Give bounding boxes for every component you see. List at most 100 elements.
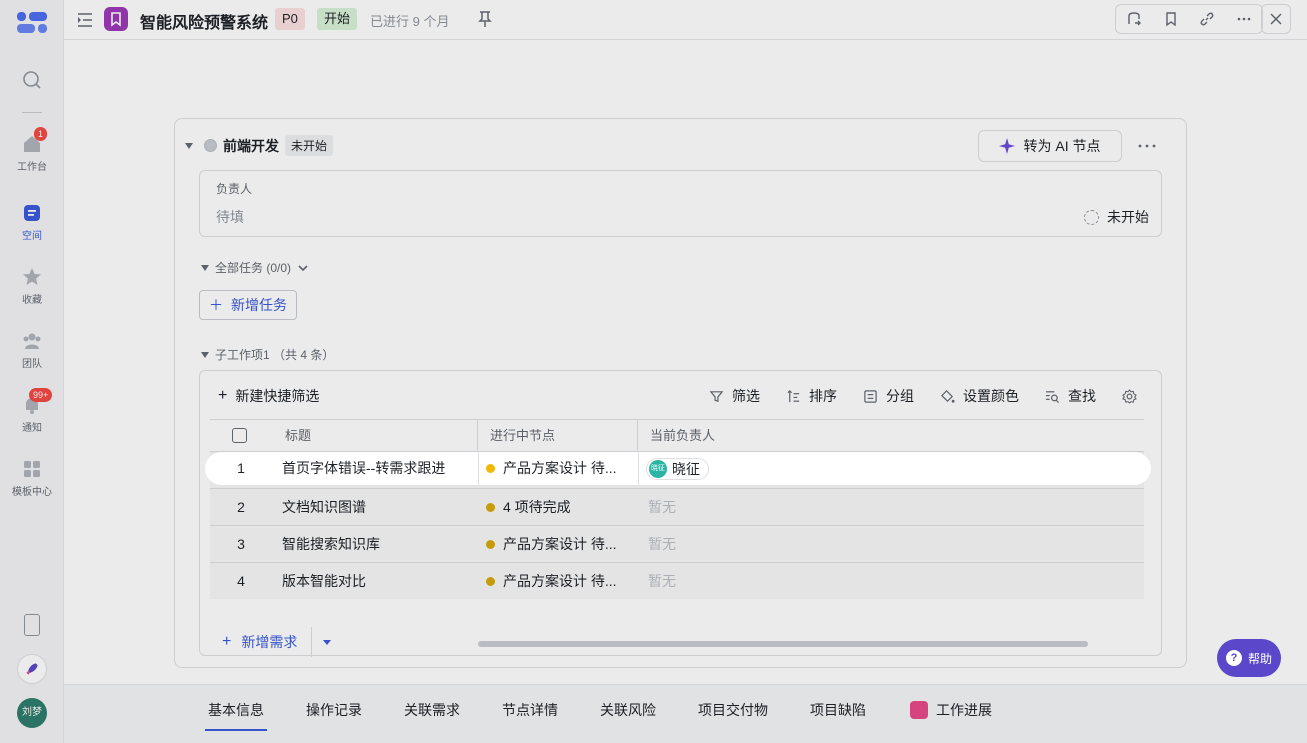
group-button[interactable]: 分组 [863,386,914,406]
node-status-badge: 未开始 [285,135,334,156]
convert-ai-node-button[interactable]: 转为 AI 节点 [978,130,1122,162]
top-header: 智能风险预警系统 P0 开始 已进行 9 个月 [64,0,1307,40]
tab-related-requirements[interactable]: 关联需求 [404,700,460,720]
app-logo-icon[interactable] [17,12,47,34]
notification-badge: 1 [34,127,48,141]
tab-deliverables[interactable]: 项目交付物 [698,700,768,720]
tab-related-risks[interactable]: 关联风险 [600,700,656,720]
row-node-label: 产品方案设计 待... [503,460,617,476]
row-node[interactable]: 产品方案设计 待... [486,563,636,600]
row-owner[interactable]: 暂无 [648,489,1138,526]
row-node[interactable]: 4 项待完成 [486,489,636,526]
column-header-owner[interactable]: 当前负责人 [650,420,715,451]
rail-item-space[interactable]: 空间 [0,203,64,242]
share-icon[interactable] [1116,5,1153,33]
user-avatar[interactable]: 刘梦 [17,698,47,728]
progress-icon [910,701,928,719]
tab-work-progress[interactable]: 工作进展 [910,700,992,720]
subitems-section-header[interactable]: 子工作项1 （共 4 条） [201,346,334,363]
link-icon[interactable] [1189,5,1226,33]
rail-item-label: 收藏 [22,295,42,306]
table-row[interactable]: 2 文档知识图谱 4 项待完成 暂无 [210,488,1144,525]
collapse-caret-icon [201,351,209,358]
notification-badge: 99+ [29,388,53,402]
column-header-title[interactable]: 标题 [285,420,311,451]
collapse-caret-icon [201,264,209,271]
sort-button[interactable]: 排序 [786,386,837,406]
close-button[interactable] [1261,4,1291,34]
elapsed-time: 已进行 9 个月 [370,14,450,29]
status-dot [486,540,495,549]
new-quick-filter-button[interactable]: + 新建快捷筛选 [218,386,319,406]
collapse-caret-icon[interactable] [185,142,193,149]
rail-item-workbench[interactable]: 工作台 1 [0,127,64,173]
row-title[interactable]: 首页字体错误--转需求跟进 [282,452,472,485]
rocket-icon[interactable] [17,654,47,684]
status-dot [486,464,495,473]
filter-label: 筛选 [732,388,760,404]
owner-field[interactable]: 负责人 待填 未开始 [199,170,1162,237]
pending-status-icon [1084,209,1099,225]
dropdown-caret-icon[interactable] [322,637,332,647]
rail-item-label: 工作台 [17,162,47,173]
sort-icon [787,389,800,402]
node-more-icon[interactable] [1135,139,1159,153]
tab-node-details[interactable]: 节点详情 [502,700,558,720]
rail-item-templates[interactable]: 模板中心 [0,459,64,498]
mobile-icon[interactable] [24,614,40,636]
rail-item-notifications[interactable]: 通知 99+ [0,388,64,434]
bookmark-icon[interactable] [1153,5,1190,33]
search-icon[interactable] [22,70,42,90]
help-button[interactable]: ? 帮助 [1217,639,1281,677]
pin-icon[interactable] [478,10,492,28]
table-row[interactable]: 3 智能搜索知识库 产品方案设计 待... 暂无 [210,525,1144,562]
filter-button[interactable]: 筛选 [709,386,760,406]
rail-divider [22,112,42,113]
status-badge[interactable]: 开始 [317,8,358,30]
tab-operation-log[interactable]: 操作记录 [306,700,362,720]
table-row[interactable]: 4 版本智能对比 产品方案设计 待... 暂无 [210,562,1144,599]
row-owner[interactable]: 晓征 晓征 [646,452,846,485]
tab-defects[interactable]: 项目缺陷 [810,700,866,720]
question-icon: ? [1225,650,1242,666]
set-color-button[interactable]: 设置颜色 [940,386,1019,406]
owner-value[interactable]: 待填 [216,207,244,227]
rail-item-team[interactable]: 团队 [0,331,64,370]
row-owner[interactable]: 暂无 [648,563,1138,600]
highlighted-table-row[interactable]: 1 首页字体错误--转需求跟进 产品方案设计 待... 晓征 晓征 [205,452,1151,485]
find-button[interactable]: 查找 [1045,386,1096,406]
row-node[interactable]: 产品方案设计 待... [486,452,626,485]
sparkle-icon [999,138,1016,154]
rail-item-favorites[interactable]: 收藏 [0,267,64,306]
tasks-section-header[interactable]: 全部任务 (0/0) [201,259,309,276]
subitems-table: 标题 进行中节点 当前负责人 2 文档知识图谱 4 项待完成 暂无 3 智能搜索… [210,419,1144,647]
find-label: 查找 [1068,388,1096,404]
row-title[interactable]: 版本智能对比 [282,563,477,600]
sidebar-toggle-icon[interactable] [76,11,94,29]
row-node[interactable]: 产品方案设计 待... [486,526,636,563]
horizontal-scrollbar[interactable] [478,641,1088,647]
status-dot [486,577,495,586]
column-header-node[interactable]: 进行中节点 [490,420,555,451]
tab-basic-info[interactable]: 基本信息 [208,700,264,720]
owner-status[interactable]: 未开始 [1084,207,1149,227]
rail-item-label: 空间 [22,231,42,242]
select-all-checkbox[interactable] [232,428,247,443]
chevron-down-icon[interactable] [297,262,309,274]
tab-label: 工作进展 [936,702,992,718]
star-icon [23,268,41,285]
node-header[interactable]: 前端开发 未开始 [185,135,334,156]
row-owner[interactable]: 暂无 [648,526,1138,563]
owner-chip[interactable]: 晓征 晓征 [646,457,709,480]
more-icon[interactable] [1226,5,1263,33]
add-requirement-button[interactable]: + 新增需求 [222,627,332,657]
set-color-label: 设置颜色 [963,388,1019,404]
add-task-button[interactable]: ＋ 新增任务 [199,290,297,320]
row-title[interactable]: 智能搜索知识库 [282,526,477,563]
node-card: 前端开发 未开始 转为 AI 节点 负责人 待填 未开始 全部任务 (0/0) … [174,118,1187,668]
priority-badge[interactable]: P0 [275,8,305,30]
split-divider [311,627,313,657]
gear-icon[interactable] [1122,388,1137,404]
row-number: 3 [237,536,245,552]
row-title[interactable]: 文档知识图谱 [282,489,477,526]
